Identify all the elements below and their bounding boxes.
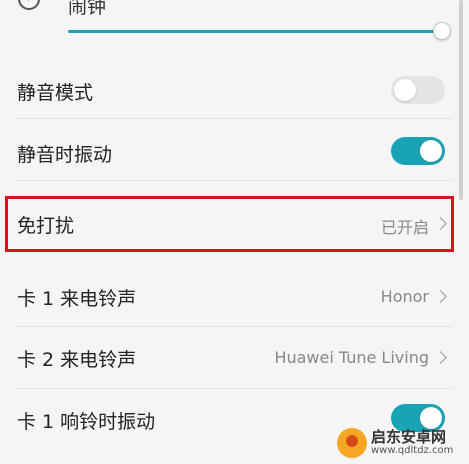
alarm-clock-icon	[18, 0, 40, 10]
site-watermark: 启东安卓网 www.qdltdz.com	[337, 426, 465, 460]
alarm-volume-slider[interactable]	[68, 30, 440, 33]
vibrate-when-silent-toggle[interactable]	[391, 137, 445, 165]
watermark-url: www.qdltdz.com	[371, 445, 454, 456]
sim1-vibrate-when-ringing-label: 卡 1 响铃时振动	[17, 411, 156, 433]
chevron-right-icon	[434, 290, 447, 303]
scrollbar[interactable]	[459, 0, 463, 200]
toggle-knob	[394, 79, 416, 101]
toggle-knob	[420, 140, 442, 162]
divider	[16, 326, 453, 327]
alarm-volume-label: 闹钟	[68, 0, 107, 18]
sound-settings-screen: 闹钟 静音模式 静音时振动 免打扰 已开启 卡 1 来电铃声 Honor 卡 2…	[0, 0, 469, 464]
divider	[16, 180, 453, 181]
sim1-ringtone-label: 卡 1 来电铃声	[17, 288, 137, 310]
watermark-logo-icon	[337, 428, 367, 458]
watermark-title: 启东安卓网	[371, 428, 447, 446]
highlight-box	[5, 196, 454, 252]
silent-mode-label: 静音模式	[17, 82, 94, 104]
chevron-right-icon	[434, 351, 447, 364]
alarm-volume-slider-thumb[interactable]	[433, 22, 451, 40]
divider	[16, 118, 453, 119]
silent-mode-toggle[interactable]	[391, 76, 445, 104]
vibrate-when-silent-label: 静音时振动	[17, 144, 113, 166]
sim2-ringtone-label: 卡 2 来电铃声	[17, 349, 137, 371]
sim2-ringtone-value: Huawei Tune Living	[274, 348, 429, 367]
divider	[16, 388, 453, 389]
sim1-ringtone-value: Honor	[380, 287, 429, 306]
